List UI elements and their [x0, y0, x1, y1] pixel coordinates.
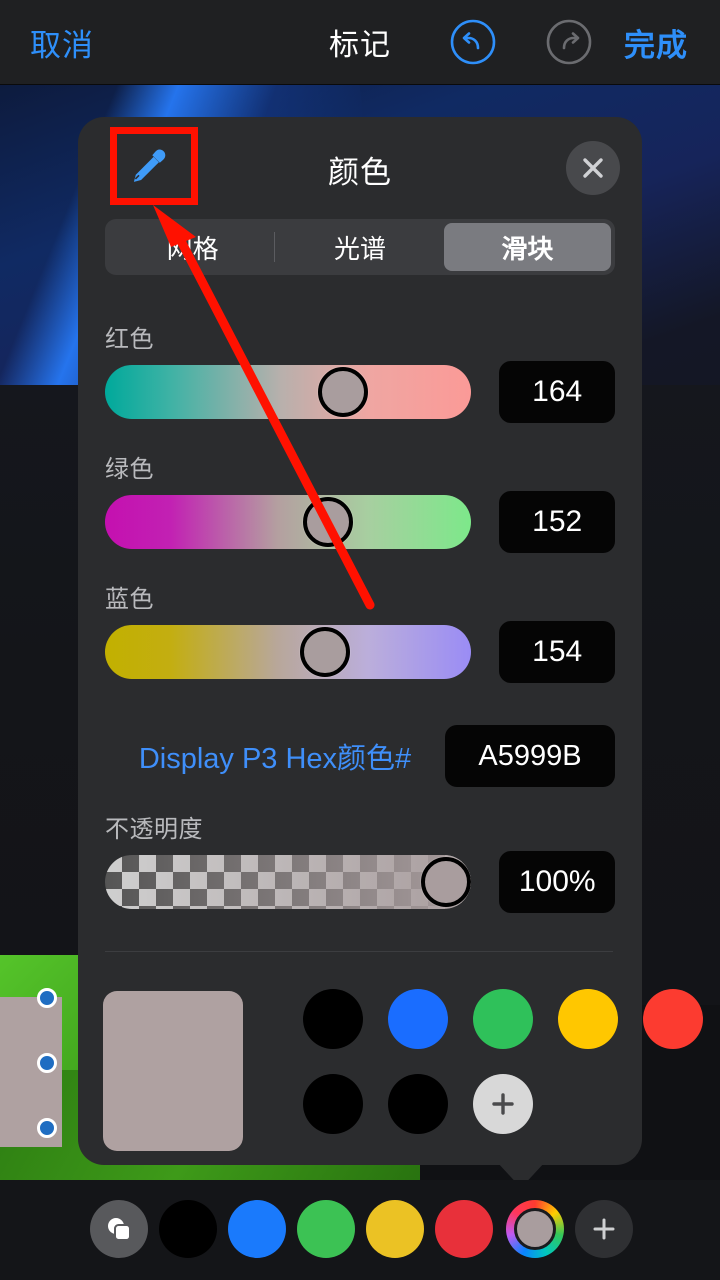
tab-sliders[interactable]: 滑块 [443, 223, 611, 271]
hex-row: Display P3 Hex颜色# A5999B [105, 725, 615, 787]
green-slider-label: 绿色 [105, 456, 154, 483]
green-slider[interactable] [105, 495, 472, 549]
color-panel-header: 颜色 [78, 117, 642, 217]
red-slider-thumb[interactable] [318, 367, 369, 417]
shape-handle-top[interactable] [37, 988, 57, 1008]
toolbar-swatch-blue[interactable] [228, 1200, 286, 1258]
toolbar-swatch-green[interactable] [297, 1200, 355, 1258]
current-color-preview[interactable] [103, 991, 243, 1151]
red-value-field[interactable]: 164 [499, 361, 615, 423]
cancel-button[interactable]: 取消 [30, 20, 94, 65]
close-icon[interactable] [566, 141, 620, 195]
toolbar-swatch-yellow[interactable] [366, 1200, 424, 1258]
undo-icon[interactable] [450, 19, 496, 65]
layers-copy-icon[interactable] [90, 1200, 148, 1258]
tab-spectrum-label: 光谱 [333, 233, 386, 264]
opacity-slider-thumb[interactable] [420, 857, 471, 907]
tab-divider-1 [274, 232, 275, 262]
shape-handle-middle[interactable] [37, 1053, 57, 1073]
green-slider-thumb[interactable] [303, 497, 354, 547]
opacity-value-field[interactable]: 100% [499, 851, 615, 913]
tab-sliders-label: 滑块 [501, 233, 554, 264]
color-toolbar [0, 1180, 720, 1280]
markup-top-bar: 取消 标记 完成 [0, 0, 720, 85]
swatch-black-3[interactable] [388, 1074, 448, 1134]
swatch-area [78, 977, 703, 1165]
opacity-slider-row: 不透明度 100% [105, 809, 615, 913]
color-mode-tabs[interactable]: 网格 光谱 滑块 [105, 219, 615, 275]
blue-value-field[interactable]: 154 [499, 621, 615, 683]
tab-spectrum[interactable]: 光谱 [276, 223, 443, 271]
add-color-button[interactable] [575, 1200, 633, 1258]
blue-slider[interactable] [105, 625, 472, 679]
blue-slider-label: 蓝色 [105, 586, 154, 613]
add-swatch-button[interactable] [473, 1074, 533, 1134]
red-slider[interactable] [105, 365, 472, 419]
red-slider-label: 红色 [105, 326, 154, 353]
hex-label[interactable]: Display P3 Hex颜色# [105, 735, 445, 777]
shape-handle-bottom[interactable] [37, 1118, 57, 1138]
done-button[interactable]: 完成 [624, 20, 688, 65]
swatch-black[interactable] [303, 989, 363, 1049]
toolbar-swatch-red[interactable] [435, 1200, 493, 1258]
swatch-yellow[interactable] [558, 989, 618, 1049]
tab-grid[interactable]: 网格 [109, 223, 276, 271]
swatch-black-2[interactable] [303, 1074, 363, 1134]
opacity-gradient-overlay [105, 855, 472, 909]
swatch-blue[interactable] [388, 989, 448, 1049]
tab-grid-label: 网格 [166, 233, 219, 264]
opacity-slider-label: 不透明度 [105, 816, 203, 843]
color-picker-panel: 颜色 网格 光谱 滑块 红色 164 绿色 152 蓝色 154 Display… [78, 117, 703, 1165]
rainbow-color-picker-icon[interactable] [506, 1200, 564, 1258]
green-value-field[interactable]: 152 [499, 491, 615, 553]
phone-screen: 取消 标记 完成 颜色 网格 光谱 滑块 红色 164 绿色 152 蓝色 15… [0, 0, 720, 1280]
blue-slider-thumb[interactable] [299, 627, 350, 677]
opacity-slider[interactable] [105, 855, 472, 909]
page-title: 标记 [329, 29, 391, 62]
swatch-green[interactable] [473, 989, 533, 1049]
green-slider-row: 绿色 152 [105, 449, 615, 553]
hex-value-field[interactable]: A5999B [445, 725, 615, 787]
toolbar-swatch-black[interactable] [159, 1200, 217, 1258]
color-panel-title: 颜色 [328, 155, 392, 190]
panel-divider [105, 951, 613, 952]
blue-slider-row: 蓝色 154 [105, 579, 615, 683]
picker-current-color [514, 1208, 556, 1250]
red-slider-row: 红色 164 [105, 319, 615, 423]
swatch-red[interactable] [643, 989, 703, 1049]
redo-icon [546, 19, 592, 65]
eyedropper-icon[interactable] [114, 131, 184, 201]
